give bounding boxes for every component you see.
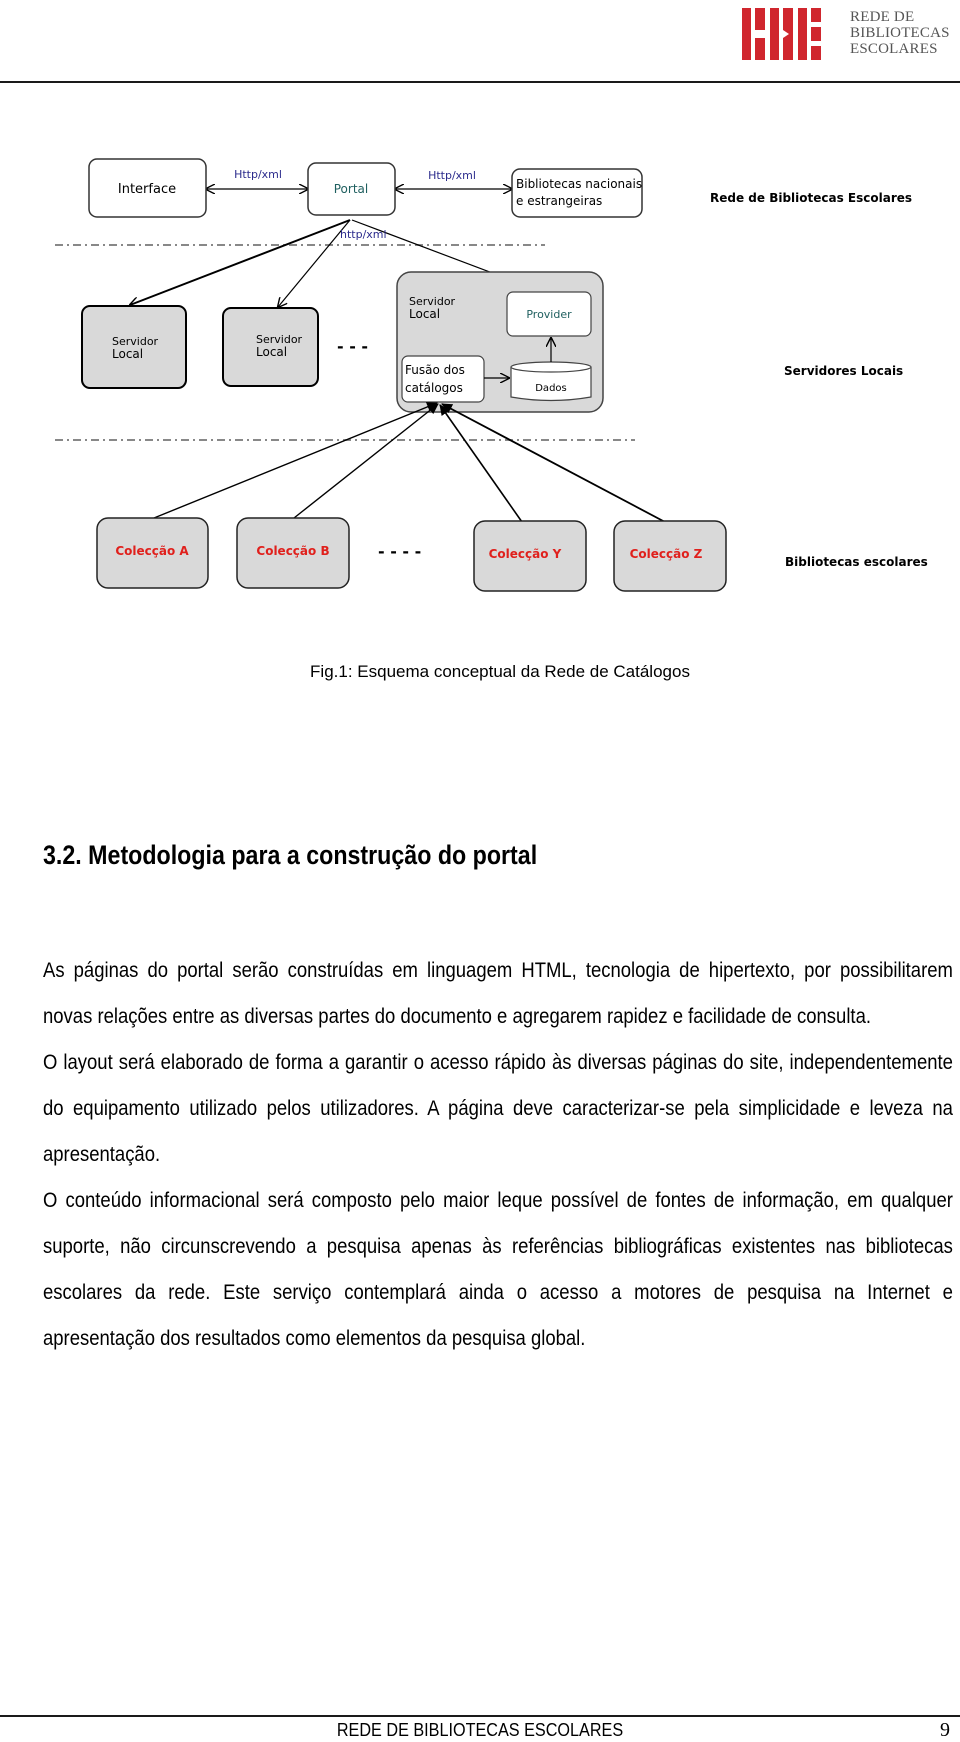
node-fusao-label-1: Fusão dos: [405, 363, 465, 377]
node-coleccao-y-label: Colecção Y: [489, 547, 562, 561]
node-fusao-label-2: catálogos: [405, 381, 463, 395]
edge-label-interface-portal: Http/xml: [234, 168, 282, 181]
paragraph-3: O conteúdo informacional será composto p…: [43, 1189, 953, 1350]
tier-label-top: Rede de Bibliotecas Escolares: [710, 191, 912, 205]
diagram-canvas: Interface Portal Bibliotecas nacionais e…: [55, 158, 928, 592]
node-coleccao-b-label: Colecção B: [256, 544, 329, 558]
footer-rule: [0, 1715, 960, 1717]
node-portal-label: Portal: [334, 182, 368, 196]
node-coleccao-a-label: Colecção A: [115, 544, 189, 558]
node-interface-label: Interface: [118, 182, 176, 197]
paragraph-1: As páginas do portal serão construídas e…: [43, 959, 953, 1028]
rbe-logo: REDE DE BIBLIOTECAS ESCOLARES: [740, 6, 955, 62]
footer-text: REDE DE BIBLIOTECAS ESCOLARES: [336, 1720, 624, 1740]
node-dados-label: Dados: [535, 383, 567, 394]
figure-caption-text: Fig.1: Esquema conceptual da Rede de Cat…: [310, 662, 690, 681]
conceptual-diagram: Interface Portal Bibliotecas nacionais e…: [0, 120, 960, 620]
edge-coleccao-b-fusao: [293, 403, 439, 519]
servers-ellipsis: - - -: [337, 337, 368, 356]
header-rule: [0, 81, 960, 83]
logo-line-3: ESCOLARES: [850, 41, 938, 57]
tier-label-bottom: Bibliotecas escolares: [785, 555, 928, 569]
figure-caption: Fig.1: Esquema conceptual da Rede de Cat…: [0, 662, 960, 682]
logo-line-2: BIBLIOTECAS: [850, 25, 950, 41]
section-body: As páginas do portal serão construídas e…: [43, 948, 953, 1362]
edge-label-portal-servers: http/xml: [340, 228, 387, 241]
node-provider-label: Provider: [526, 308, 572, 321]
logo-line-1: REDE DE: [850, 9, 915, 25]
node-coleccao-z-label: Colecção Z: [630, 547, 703, 561]
node-servidor-local-1-label-2: Local: [112, 347, 143, 361]
node-servidor-local-2-label-2: Local: [256, 345, 287, 359]
edge-label-portal-bibliotecas: Http/xml: [428, 169, 476, 182]
section-title: 3.2. Metodologia para a construção do po…: [43, 840, 538, 870]
tier-label-middle: Servidores Locais: [784, 364, 903, 378]
node-bibliotecas-label-2: e estrangeiras: [516, 194, 602, 208]
edge-coleccao-z-fusao: [441, 403, 666, 523]
collections-ellipsis: - - - -: [378, 542, 421, 561]
edge-coleccao-y-fusao: [439, 404, 523, 523]
edge-portal-server1: [130, 219, 351, 305]
rbe-logo-mark-icon: [742, 8, 821, 60]
logo-wordmark: REDE DE BIBLIOTECAS ESCOLARES: [850, 9, 950, 57]
node-dados: [510, 361, 592, 402]
node-bibliotecas-label-1: Bibliotecas nacionais: [516, 177, 642, 191]
edge-coleccao-a-fusao: [153, 402, 438, 519]
node-servidor-local-main-label-2: Local: [409, 307, 440, 321]
page-number: 9: [940, 1719, 950, 1741]
paragraph-2: O layout será elaborado de forma a garan…: [43, 1051, 953, 1166]
